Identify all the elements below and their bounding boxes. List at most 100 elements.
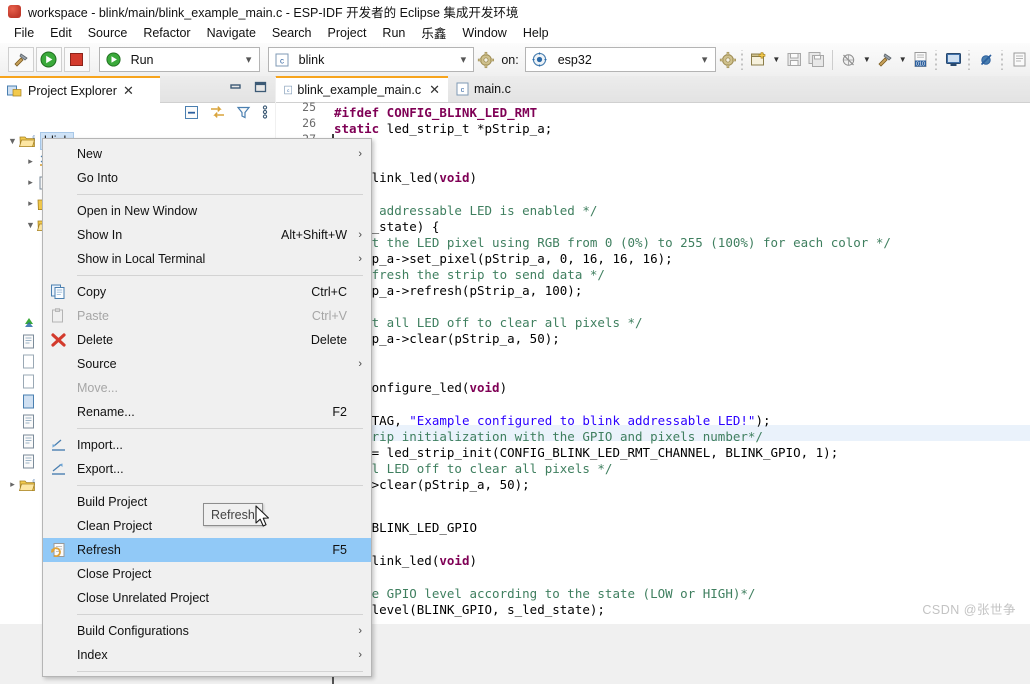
context-menu-item-build-configurations[interactable]: Build Configurations › bbox=[43, 619, 371, 643]
launch-mode-combo[interactable]: Run ▾ bbox=[98, 47, 260, 72]
chevron-right-icon: › bbox=[358, 625, 362, 637]
toolbar-drag-handle[interactable] bbox=[967, 49, 973, 70]
view-window-controls bbox=[229, 81, 267, 93]
menu-item-navigate[interactable]: Navigate bbox=[199, 24, 264, 42]
chevron-right-icon[interactable]: ▸ bbox=[24, 177, 37, 188]
skip-breakpoints-button[interactable] bbox=[975, 49, 997, 71]
context-menu-label: Build Project bbox=[77, 495, 148, 509]
chevron-right-icon[interactable]: ▸ bbox=[24, 156, 37, 167]
minimize-icon[interactable] bbox=[229, 82, 242, 93]
chevron-down-icon[interactable]: ▼ bbox=[899, 55, 907, 64]
project-explorer-icon bbox=[7, 85, 22, 97]
menu-item-refactor[interactable]: Refactor bbox=[135, 24, 198, 42]
context-menu-label: Go Into bbox=[77, 171, 118, 185]
device-value: esp32 bbox=[557, 52, 592, 67]
menu-item-search[interactable]: Search bbox=[264, 24, 320, 42]
context-menu-item-show-in[interactable]: Show In Alt+Shift+W › bbox=[43, 223, 371, 247]
code-line: _set_level(BLINK_GPIO, s_led_state); bbox=[334, 602, 605, 617]
new-file-button[interactable] bbox=[747, 49, 769, 71]
context-menu-accelerator: Ctrl+V bbox=[311, 309, 347, 323]
menu-item-espressif[interactable]: 乐鑫 bbox=[413, 21, 454, 44]
context-menu-separator bbox=[77, 275, 363, 276]
device-combo[interactable]: esp32 ▾ bbox=[524, 47, 716, 72]
tree-item-project-2[interactable]: ▸ c bbox=[0, 474, 40, 495]
context-menu-item-rename[interactable]: Rename... F2 bbox=[43, 400, 371, 424]
tab-blink-example-main-c[interactable]: c blink_example_main.c ✕ bbox=[276, 76, 448, 102]
paste-icon bbox=[52, 308, 63, 323]
mouse-cursor bbox=[255, 505, 270, 527]
menu-item-project[interactable]: Project bbox=[320, 24, 375, 42]
toolbar-drag-handle[interactable] bbox=[739, 49, 745, 70]
run-button[interactable] bbox=[35, 47, 62, 72]
context-menu-item-close-project[interactable]: Close Project bbox=[43, 562, 371, 586]
stop-button[interactable] bbox=[63, 47, 90, 72]
context-menu-item-open-in-new-window[interactable]: Open in New Window bbox=[43, 199, 371, 223]
context-menu-item-delete[interactable]: Delete Delete bbox=[43, 328, 371, 352]
code-line: /* Set the LED pixel using RGB from 0 (0… bbox=[334, 235, 891, 250]
context-menu-item-export[interactable]: Export... bbox=[43, 457, 371, 481]
code-text-area[interactable]: #ifdef CONFIG_BLINK_LED_RMT static led_s… bbox=[334, 103, 1030, 624]
context-menu-item-go-into[interactable]: Go Into bbox=[43, 166, 371, 190]
context-menu-item-copy[interactable]: Copy Ctrl+C bbox=[43, 280, 371, 304]
launch-target-combo[interactable]: c blink ▾ bbox=[267, 47, 475, 72]
menu-item-edit[interactable]: Edit bbox=[42, 24, 80, 42]
toolbar-drag-handle[interactable] bbox=[934, 49, 940, 70]
view-menu-icon[interactable] bbox=[261, 104, 269, 120]
context-menu-item-new[interactable]: New › bbox=[43, 142, 371, 166]
tree-icon-peek-c bbox=[22, 316, 40, 332]
link-with-editor-icon[interactable] bbox=[209, 105, 226, 120]
gear-icon[interactable] bbox=[477, 51, 495, 69]
gear-icon[interactable] bbox=[719, 51, 737, 69]
context-menu-item-show-in-local-terminal[interactable]: Show in Local Terminal › bbox=[43, 247, 371, 271]
tab-main-c[interactable]: c main.c bbox=[448, 76, 544, 102]
view-filter-icon[interactable] bbox=[236, 105, 251, 120]
collapse-all-icon[interactable] bbox=[184, 105, 199, 120]
run-green-play-icon bbox=[40, 51, 57, 68]
save-all-button[interactable] bbox=[805, 49, 827, 71]
file-icon bbox=[23, 354, 34, 369]
build-button[interactable] bbox=[8, 47, 34, 72]
close-icon[interactable]: ✕ bbox=[123, 83, 134, 99]
menu-item-window[interactable]: Window bbox=[454, 24, 514, 42]
context-menu-item-index[interactable]: Index › bbox=[43, 643, 371, 667]
build-hammer-button[interactable] bbox=[874, 49, 896, 71]
context-menu-label: Move... bbox=[77, 381, 118, 395]
chevron-right-icon[interactable]: ▸ bbox=[6, 479, 19, 490]
chevron-down-icon[interactable]: ▼ bbox=[863, 55, 871, 64]
context-menu-item-close-unrelated-project[interactable]: Close Unrelated Project bbox=[43, 586, 371, 610]
menu-item-file[interactable]: File bbox=[6, 24, 42, 42]
close-icon[interactable]: ✕ bbox=[429, 82, 440, 98]
context-menu-item-refresh[interactable]: Refresh F5 bbox=[43, 538, 371, 562]
context-menu-item-source[interactable]: Source › bbox=[43, 352, 371, 376]
toolbar-drag-handle[interactable] bbox=[1000, 49, 1006, 70]
project-context-menu[interactable]: New › Go Into Open in New Window Show In… bbox=[42, 138, 372, 677]
window-title-bar: workspace - blink/main/blink_example_mai… bbox=[0, 0, 1030, 22]
menu-item-run[interactable]: Run bbox=[374, 24, 413, 42]
chevron-down-icon[interactable]: ▾ bbox=[695, 53, 715, 66]
menu-item-source[interactable]: Source bbox=[80, 24, 136, 42]
copy-icon bbox=[51, 284, 65, 299]
code-line: pStrip_a->set_pixel(pStrip_a, 0, 16, 16,… bbox=[334, 251, 673, 266]
chevron-down-icon[interactable]: ▼ bbox=[24, 220, 37, 230]
binary-view-button[interactable]: 010 bbox=[910, 49, 932, 71]
code-line: /* Refresh the strip to send data */ bbox=[334, 267, 605, 282]
debug-button[interactable] bbox=[838, 49, 860, 71]
console-button[interactable] bbox=[942, 49, 964, 71]
open-type-button[interactable] bbox=[1008, 49, 1030, 71]
tab-project-explorer[interactable]: Project Explorer ✕ bbox=[0, 76, 160, 104]
maximize-icon[interactable] bbox=[254, 81, 267, 93]
svg-text:010: 010 bbox=[916, 61, 925, 67]
chevron-down-icon[interactable]: ▼ bbox=[772, 55, 780, 64]
code-line: ED strip initialization with the GPIO an… bbox=[334, 429, 763, 444]
delete-x-icon bbox=[51, 333, 66, 347]
tree-icon-peek-file5 bbox=[22, 414, 35, 432]
context-menu-item-import[interactable]: Import... bbox=[43, 433, 371, 457]
chevron-down-icon[interactable]: ▼ bbox=[6, 136, 19, 146]
save-button[interactable] bbox=[783, 49, 805, 71]
context-menu-label: Close Unrelated Project bbox=[77, 591, 210, 605]
tree-icon-peek-file3 bbox=[22, 374, 35, 392]
chevron-right-icon[interactable]: ▸ bbox=[24, 198, 37, 209]
menu-item-help[interactable]: Help bbox=[515, 24, 557, 42]
chevron-down-icon[interactable]: ▾ bbox=[453, 53, 473, 66]
chevron-down-icon[interactable]: ▾ bbox=[239, 53, 259, 66]
